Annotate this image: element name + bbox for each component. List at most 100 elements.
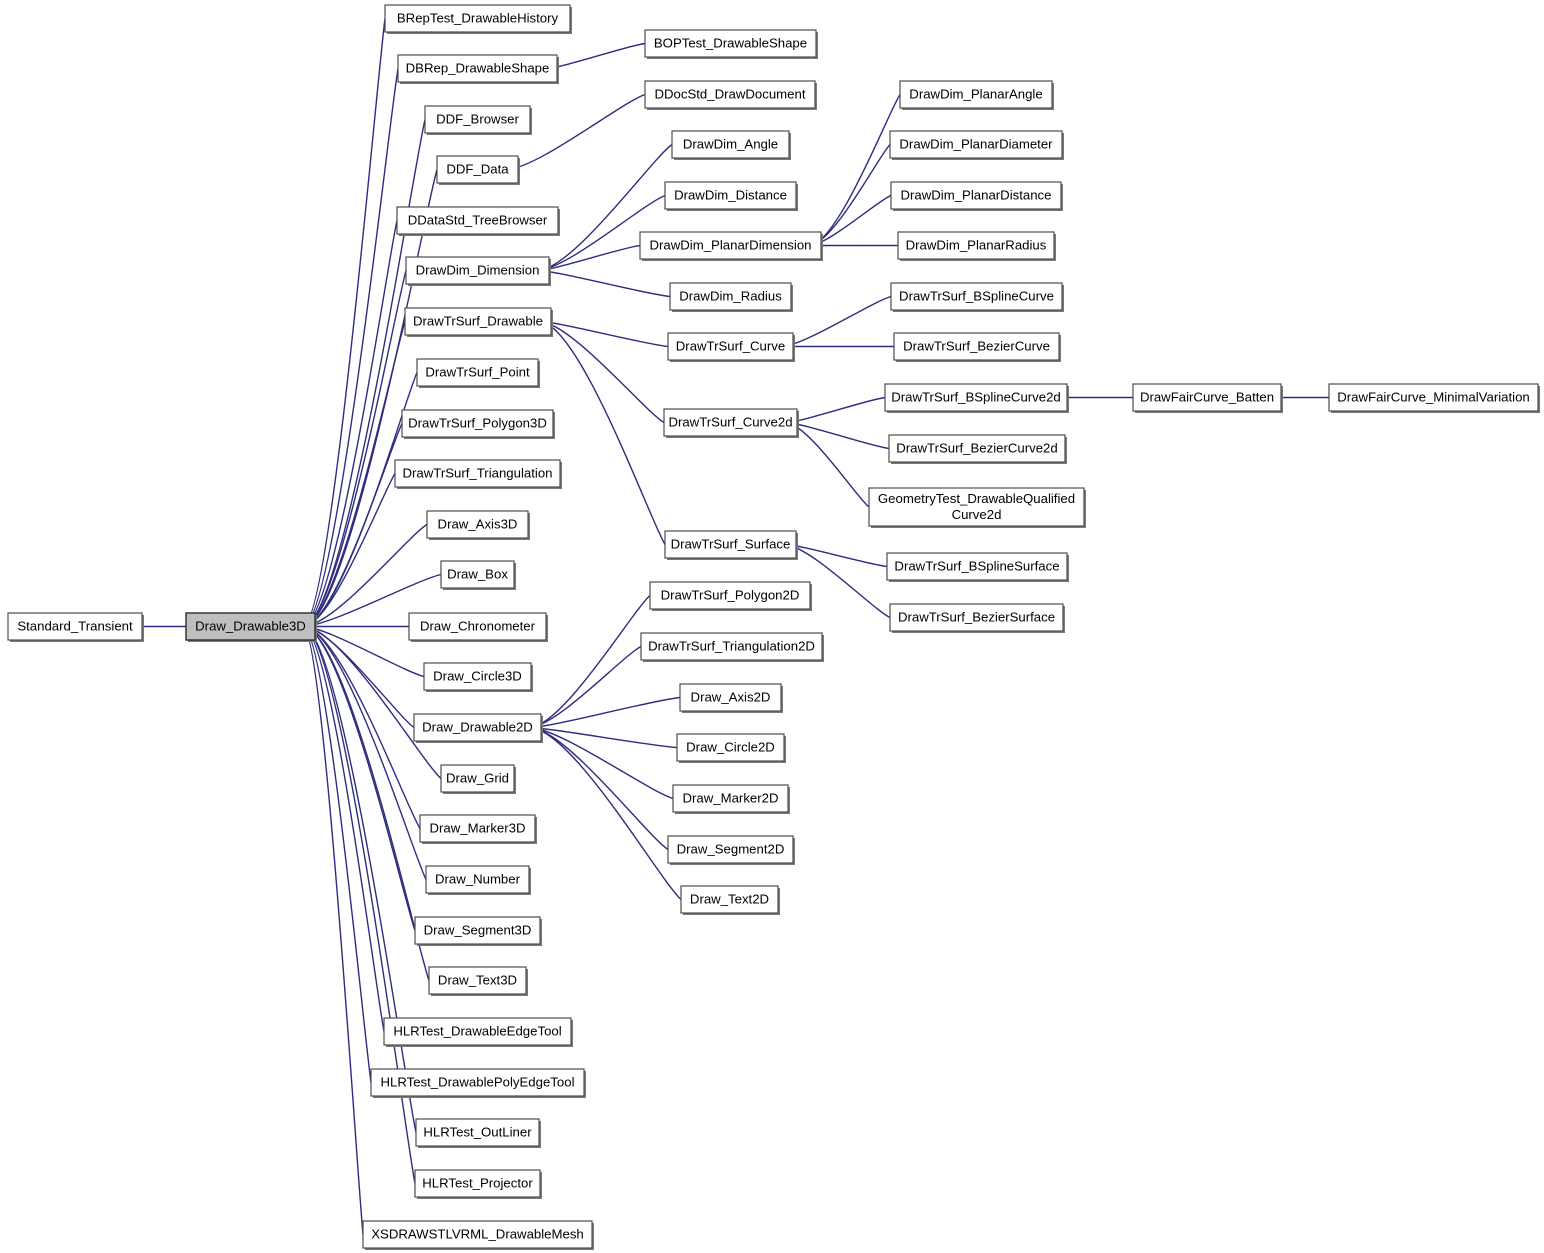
node-label: Draw_Segment3D: [424, 922, 532, 937]
inheritance-edge: [784, 421, 890, 450]
class-node-ddocstd_drawdocument[interactable]: DDocStd_DrawDocument: [644, 80, 817, 110]
class-node-drawdim_planarradius[interactable]: DrawDim_PlanarRadius: [897, 231, 1056, 261]
class-node-draw_axis2d[interactable]: Draw_Axis2D: [679, 683, 783, 713]
node-label: DrawTrSurf_BezierSurface: [898, 609, 1055, 624]
node-label: DrawDim_PlanarRadius: [906, 237, 1047, 252]
node-label: DDF_Browser: [436, 111, 519, 126]
node-label: DrawFairCurve_Batten: [1140, 389, 1274, 404]
class-node-drawdim_planardistance[interactable]: DrawDim_PlanarDistance: [890, 181, 1063, 211]
class-node-standard_transient[interactable]: Standard_Transient: [7, 612, 144, 642]
inheritance-edge: [808, 144, 891, 247]
class-node-geometrytest_drawablequalifiedcurve2d[interactable]: GeometryTest_DrawableQualifiedCurve2d: [868, 487, 1086, 528]
class-node-breptest_drawablehistory[interactable]: BRepTest_DrawableHistory: [384, 4, 572, 34]
node-label: Draw_Text3D: [438, 972, 517, 987]
class-node-draw_segment3d[interactable]: Draw_Segment3D: [414, 916, 542, 946]
class-node-ddatastd_treebrowser[interactable]: DDataStd_TreeBrowser: [396, 206, 560, 236]
inheritance-edge: [544, 42, 646, 70]
node-label: Draw_Chronometer: [420, 618, 536, 633]
node-label: DrawTrSurf_Polygon3D: [408, 415, 547, 430]
class-node-drawdim_distance[interactable]: DrawDim_Distance: [664, 181, 798, 211]
class-node-drawtrsurf_curve[interactable]: DrawTrSurf_Curve: [667, 332, 795, 362]
class-node-drawtrsurf_bsplinecurve2d[interactable]: DrawTrSurf_BSplineCurve2d: [884, 383, 1069, 413]
class-node-drawtrsurf_bsplinesurface[interactable]: DrawTrSurf_BSplineSurface: [886, 552, 1069, 582]
inheritance-edge: [536, 269, 671, 298]
node-label: DrawTrSurf_Surface: [671, 536, 791, 551]
inheritance-edge: [783, 543, 888, 568]
class-node-xsdrawstlvrml_drawablemesh[interactable]: XSDRAWSTLVRML_DrawableMesh: [362, 1220, 594, 1250]
node-label: Draw_Marker2D: [683, 790, 779, 805]
inheritance-edge: [528, 696, 681, 729]
class-node-draw_text2d[interactable]: Draw_Text2D: [680, 885, 780, 915]
class-node-drawdim_planarangle[interactable]: DrawDim_PlanarAngle: [899, 80, 1054, 110]
node-label: Draw_Text2D: [690, 891, 769, 906]
nodes-group: Standard_Transient Draw_Drawable3D BRepTes…: [7, 4, 1540, 1250]
class-node-drawtrsurf_beziersurface[interactable]: DrawTrSurf_BezierSurface: [889, 603, 1065, 633]
class-node-drawtrsurf_surface[interactable]: DrawTrSurf_Surface: [664, 530, 798, 560]
node-label: DrawTrSurf_Point: [425, 364, 530, 379]
class-node-drawfaircurve_minimalvariation[interactable]: DrawFairCurve_MinimalVariation: [1328, 383, 1540, 413]
class-node-draw_box[interactable]: Draw_Box: [440, 560, 516, 590]
class-node-drawtrsurf_beziercurve2d[interactable]: DrawTrSurf_BezierCurve2d: [888, 434, 1067, 464]
class-node-draw_drawable3d[interactable]: Draw_Drawable3D: [185, 612, 317, 642]
inheritance-edge: [784, 396, 886, 424]
node-label: DDF_Data: [446, 161, 509, 176]
class-node-draw_grid[interactable]: Draw_Grid: [440, 764, 516, 794]
node-label: HLRTest_OutLiner: [423, 1124, 532, 1139]
node-label: DrawTrSurf_Curve: [676, 338, 785, 353]
node-label: DDocStd_DrawDocument: [655, 86, 806, 101]
class-node-draw_circle2d[interactable]: Draw_Circle2D: [676, 733, 786, 763]
class-node-drawtrsurf_triangulation[interactable]: DrawTrSurf_Triangulation: [394, 459, 562, 489]
class-node-draw_text3d[interactable]: Draw_Text3D: [428, 966, 528, 996]
class-node-drawdim_radius[interactable]: DrawDim_Radius: [669, 282, 793, 312]
class-node-draw_circle3d[interactable]: Draw_Circle3D: [423, 662, 533, 692]
class-node-drawdim_dimension[interactable]: DrawDim_Dimension: [405, 256, 551, 286]
node-label: Draw_Drawable3D: [195, 618, 306, 633]
class-node-drawdim_planardiameter[interactable]: DrawDim_PlanarDiameter: [889, 130, 1064, 160]
class-node-draw_drawable2d[interactable]: Draw_Drawable2D: [413, 713, 543, 743]
class-node-drawdim_planardimension[interactable]: DrawDim_PlanarDimension: [639, 231, 823, 261]
class-node-drawtrsurf_polygon3d[interactable]: DrawTrSurf_Polygon3D: [401, 409, 555, 439]
class-node-draw_marker2d[interactable]: Draw_Marker2D: [672, 784, 790, 814]
class-node-hlrtest_drawableedgetool[interactable]: HLRTest_DrawableEdgeTool: [383, 1017, 573, 1047]
node-label: DrawDim_Radius: [679, 288, 782, 303]
class-node-draw_segment2d[interactable]: Draw_Segment2D: [667, 835, 795, 865]
node-label: DrawDim_PlanarDiameter: [899, 136, 1053, 151]
class-node-draw_marker3d[interactable]: Draw_Marker3D: [419, 814, 537, 844]
node-label: DrawTrSurf_BezierCurve: [903, 338, 1050, 353]
inheritance-edge: [302, 625, 417, 1133]
class-node-drawdim_angle[interactable]: DrawDim_Angle: [671, 130, 791, 160]
class-node-boptest_drawableshape[interactable]: BOPTest_DrawableShape: [644, 29, 818, 59]
class-node-draw_axis3d[interactable]: Draw_Axis3D: [426, 510, 530, 540]
node-label: HLRTest_Projector: [422, 1175, 533, 1190]
class-node-drawtrsurf_polygon2d[interactable]: DrawTrSurf_Polygon2D: [649, 581, 812, 611]
class-node-hlrtest_projector[interactable]: HLRTest_Projector: [414, 1169, 542, 1199]
class-node-drawfaircurve_batten[interactable]: DrawFairCurve_Batten: [1132, 383, 1283, 413]
node-label: DrawTrSurf_Polygon2D: [661, 587, 800, 602]
class-node-dbrep_drawableshape[interactable]: DBRep_DrawableShape: [397, 54, 559, 84]
class-node-drawtrsurf_point[interactable]: DrawTrSurf_Point: [416, 358, 540, 388]
node-label: DrawDim_Angle: [683, 136, 778, 151]
inheritance-edge: [528, 726, 669, 851]
node-label: DrawTrSurf_Curve2d: [668, 414, 792, 429]
node-label: Draw_Grid: [446, 770, 509, 785]
class-node-drawtrsurf_bsplinecurve[interactable]: DrawTrSurf_BSplineCurve: [890, 282, 1064, 312]
class-node-drawtrsurf_drawable[interactable]: DrawTrSurf_Drawable: [404, 307, 553, 337]
node-label: DrawTrSurf_BSplineCurve2d: [891, 389, 1061, 404]
class-node-drawtrsurf_beziercurve[interactable]: DrawTrSurf_BezierCurve: [893, 332, 1061, 362]
class-node-ddf_data[interactable]: DDF_Data: [436, 155, 520, 185]
node-label-line: GeometryTest_DrawableQualified: [878, 491, 1075, 506]
inheritance-edge: [302, 625, 442, 780]
node-label: HLRTest_DrawableEdgeTool: [393, 1023, 561, 1038]
inheritance-edge: [302, 119, 426, 628]
class-node-draw_chronometer[interactable]: Draw_Chronometer: [408, 612, 548, 642]
class-node-hlrtest_drawablepolyedgetool[interactable]: HLRTest_DrawablePolyEdgeTool: [370, 1068, 586, 1098]
node-label: DrawDim_PlanarDistance: [901, 187, 1052, 202]
class-node-hlrtest_outliner[interactable]: HLRTest_OutLiner: [415, 1118, 541, 1148]
class-node-ddf_browser[interactable]: DDF_Browser: [424, 105, 532, 135]
class-node-drawtrsurf_curve2d[interactable]: DrawTrSurf_Curve2d: [663, 408, 799, 438]
node-label: Draw_Circle2D: [686, 739, 775, 754]
inheritance-graph-canvas: Standard_Transient Draw_Drawable3D BRepTes…: [7, 4, 1540, 1250]
class-node-drawtrsurf_triangulation2d[interactable]: DrawTrSurf_Triangulation2D: [640, 632, 824, 662]
node-label: Draw_Box: [447, 566, 508, 581]
class-node-draw_number[interactable]: Draw_Number: [425, 865, 531, 895]
